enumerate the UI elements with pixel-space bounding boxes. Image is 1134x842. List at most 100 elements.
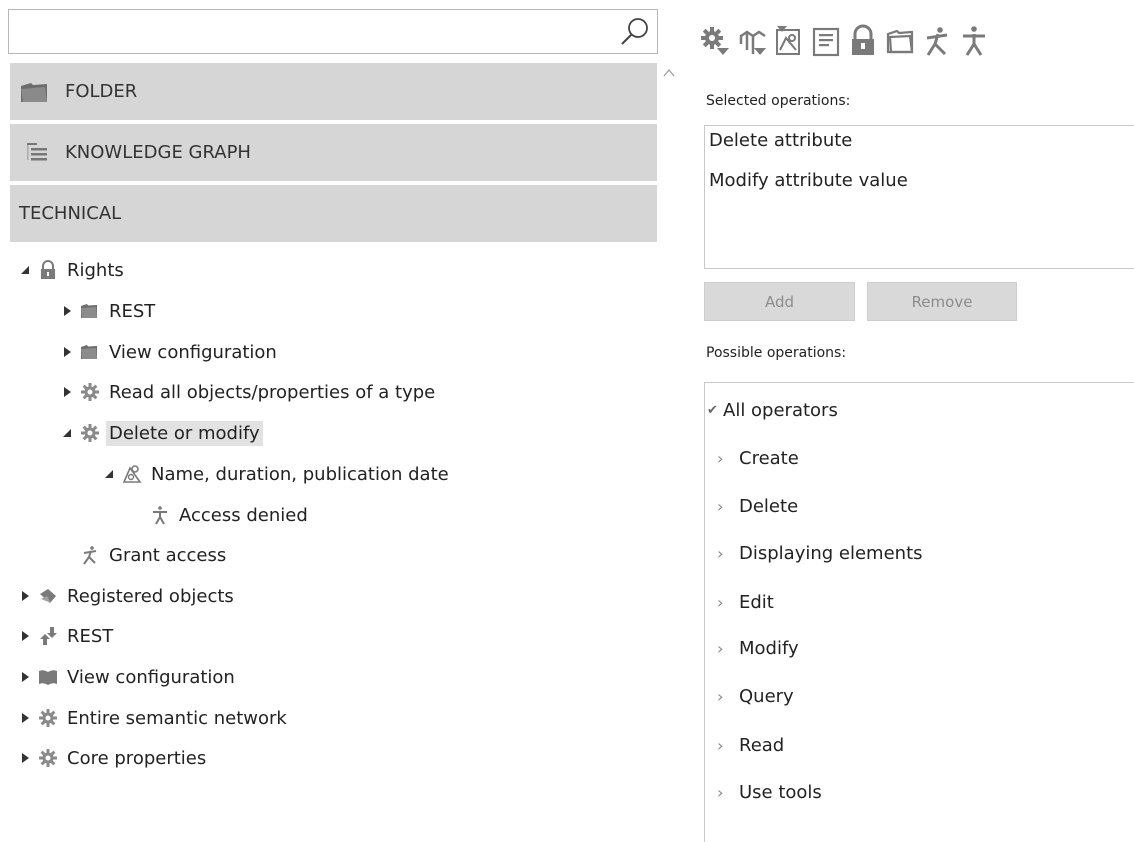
deny-access-button[interactable] [959, 24, 989, 58]
attribute-add-icon [776, 26, 800, 55]
node-label: View configuration [109, 341, 277, 363]
possible-operation-item[interactable]: › Modify [717, 633, 799, 663]
chevron-right-icon[interactable]: › [717, 497, 739, 516]
tree-node-view-configuration[interactable]: View configuration [18, 662, 238, 692]
possible-operation-label: Delete [739, 495, 799, 517]
chevron-right-icon[interactable]: › [717, 736, 739, 755]
possible-operation-all[interactable]: ✔ All operators [707, 395, 838, 425]
tree-node-rights[interactable]: Rights [18, 255, 127, 285]
new-folder-button[interactable] [885, 24, 915, 58]
possible-operation-item[interactable]: › Displaying elements [717, 538, 923, 568]
collapsed-triangle-icon[interactable] [18, 751, 32, 765]
filter-network-icon [739, 30, 766, 55]
add-button[interactable]: Add [704, 282, 855, 321]
folder-icon [81, 304, 97, 318]
tree-node-read-all[interactable]: Read all objects/properties of a type [60, 377, 438, 407]
node-label: REST [67, 625, 114, 647]
transfer-arrows-icon [40, 627, 57, 645]
tree-node-entire-semantic-network[interactable]: Entire semantic network [18, 703, 290, 733]
scroll-up-arrow[interactable] [662, 66, 676, 80]
tree-node-registered-objects[interactable]: Registered objects [18, 581, 237, 611]
attribute-icon [122, 465, 142, 483]
folder-icon [81, 345, 97, 359]
selected-operations-list[interactable]: Delete attribute Modify attribute value [704, 125, 1134, 269]
collapsed-triangle-icon[interactable] [18, 629, 32, 643]
gear-icon [81, 383, 99, 401]
document-list-icon [812, 27, 840, 57]
possible-operation-label: Query [739, 685, 794, 707]
collapsed-triangle-icon[interactable] [18, 711, 32, 725]
chevron-right-icon[interactable]: › [717, 639, 739, 658]
checkmark-icon: ✔ [707, 402, 718, 418]
node-label: Rights [67, 259, 124, 281]
node-label: Core properties [67, 747, 207, 769]
tree-node-access-denied[interactable]: Access denied [150, 500, 311, 530]
possible-operation-item[interactable]: › Read [717, 730, 784, 760]
selected-operations-title: Selected operations: [706, 93, 851, 109]
possible-operation-label: Read [739, 734, 785, 756]
walking-person-icon [83, 546, 97, 565]
grant-access-button[interactable] [922, 24, 952, 58]
chevron-right-icon[interactable]: › [717, 687, 739, 706]
tree-node-rest-folder[interactable]: REST [60, 296, 158, 326]
new-filter-button[interactable] [737, 24, 767, 58]
node-label: Grant access [109, 544, 227, 566]
possible-operations-title: Possible operations: [706, 345, 847, 361]
lock-add-icon [852, 24, 874, 55]
folder-icon [21, 82, 47, 102]
expanded-triangle-icon[interactable] [60, 426, 74, 440]
collapsed-triangle-icon[interactable] [60, 385, 74, 399]
node-label: Read all objects/properties of a type [109, 381, 436, 403]
possible-operation-item[interactable]: › Use tools [717, 777, 822, 807]
standing-person-icon [963, 26, 985, 56]
gear-add-icon [701, 27, 729, 55]
chevron-right-icon[interactable]: › [717, 544, 739, 563]
expanded-triangle-icon[interactable] [102, 467, 116, 481]
left-pane: FOLDER KNOWLEDGE GRAPH TECHNICAL Rights … [0, 0, 680, 835]
new-attribute-button[interactable] [774, 24, 804, 58]
possible-operation-item[interactable]: › Query [717, 681, 794, 711]
standing-person-icon [153, 506, 167, 525]
tree-node-grant-access[interactable]: Grant access [80, 540, 229, 570]
possible-operation-item[interactable]: › Delete [717, 491, 798, 521]
search-box[interactable] [8, 9, 658, 54]
chevron-right-icon[interactable]: › [717, 593, 739, 612]
collapsed-triangle-icon[interactable] [60, 304, 74, 318]
node-label: Registered objects [67, 585, 234, 607]
category-knowledge-graph[interactable]: KNOWLEDGE GRAPH [10, 124, 657, 181]
node-label: Entire semantic network [67, 707, 287, 729]
tree-node-rest[interactable]: REST [18, 621, 116, 651]
possible-operation-item[interactable]: › Edit [717, 587, 774, 617]
possible-operation-item[interactable]: › Create [717, 443, 799, 473]
tree-node-core-properties[interactable]: Core properties [18, 743, 209, 773]
toolbar [700, 24, 989, 62]
node-label: REST [109, 300, 156, 322]
possible-operation-label: Displaying elements [739, 542, 923, 564]
possible-operation-label: Modify [739, 637, 799, 659]
chevron-right-icon[interactable]: › [717, 449, 739, 468]
selected-operation-item[interactable]: Delete attribute [705, 126, 1134, 166]
remove-button[interactable]: Remove [867, 282, 1017, 321]
node-label: Access denied [179, 504, 308, 526]
collapsed-triangle-icon[interactable] [60, 345, 74, 359]
possible-operations-list[interactable]: ✔ All operators › Create › Delete › Disp… [704, 382, 1134, 842]
possible-operation-label: All operators [723, 399, 838, 421]
tree-node-delete-or-modify[interactable]: Delete or modify [60, 418, 263, 448]
selected-operation-item[interactable]: Modify attribute value [705, 166, 1134, 206]
new-property-button[interactable] [811, 24, 841, 58]
tree-node-view-configuration-folder[interactable]: View configuration [60, 337, 280, 367]
new-rights-button[interactable] [848, 24, 878, 58]
search-icon[interactable] [619, 16, 651, 48]
expanded-triangle-icon[interactable] [18, 263, 32, 277]
category-technical[interactable]: TECHNICAL [10, 185, 657, 242]
chevron-right-icon[interactable]: › [717, 783, 739, 802]
gear-icon [39, 709, 57, 727]
tree-node-name-duration[interactable]: Name, duration, publication date [102, 459, 452, 489]
new-operation-gear-button[interactable] [700, 24, 730, 58]
search-input[interactable] [13, 12, 617, 54]
collapsed-triangle-icon[interactable] [18, 589, 32, 603]
category-folder[interactable]: FOLDER [10, 63, 657, 120]
collapsed-triangle-icon[interactable] [18, 670, 32, 684]
gear-icon [39, 749, 57, 767]
category-label: FOLDER [65, 81, 138, 102]
